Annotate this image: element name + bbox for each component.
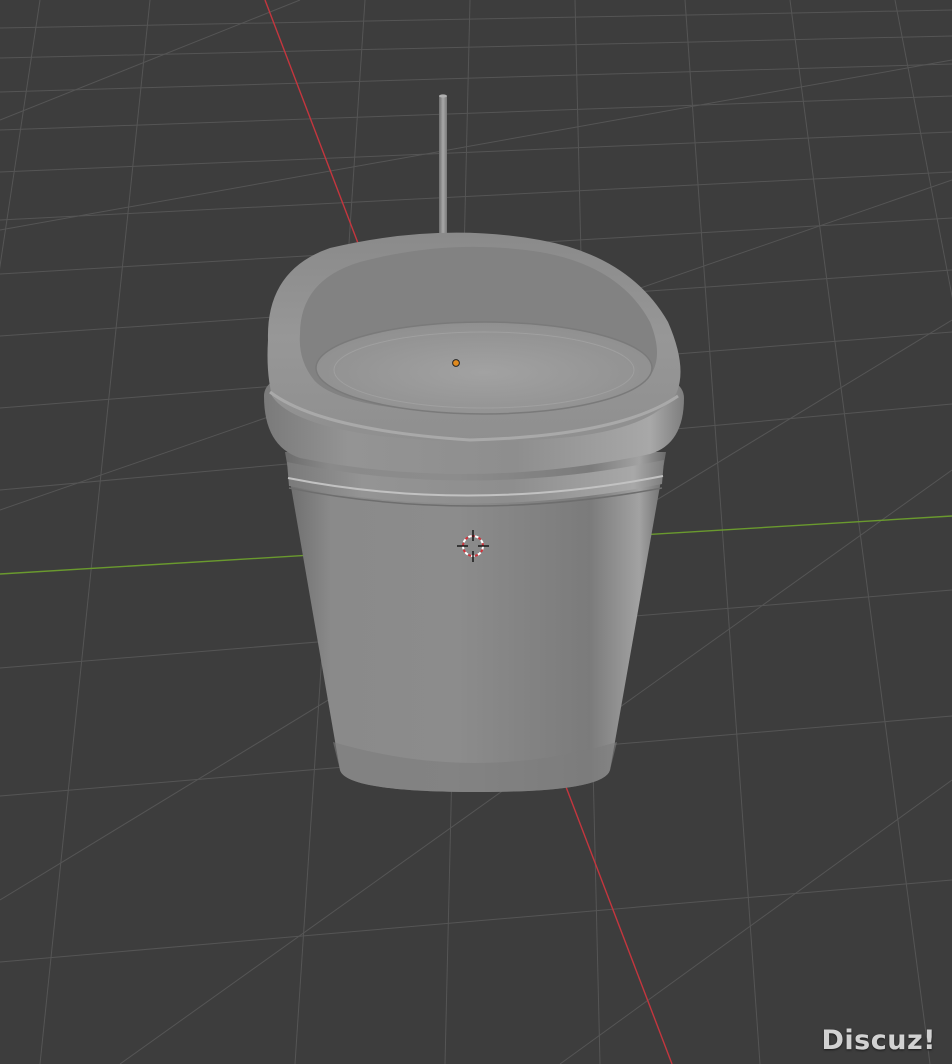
origin-point[interactable] bbox=[452, 359, 460, 367]
3d-viewport[interactable]: Discuz! bbox=[0, 0, 952, 1064]
straw[interactable] bbox=[439, 94, 447, 246]
watermark-text: Discuz! bbox=[821, 1025, 936, 1056]
viewport-canvas[interactable] bbox=[0, 0, 952, 1064]
cup-model[interactable] bbox=[264, 232, 684, 792]
